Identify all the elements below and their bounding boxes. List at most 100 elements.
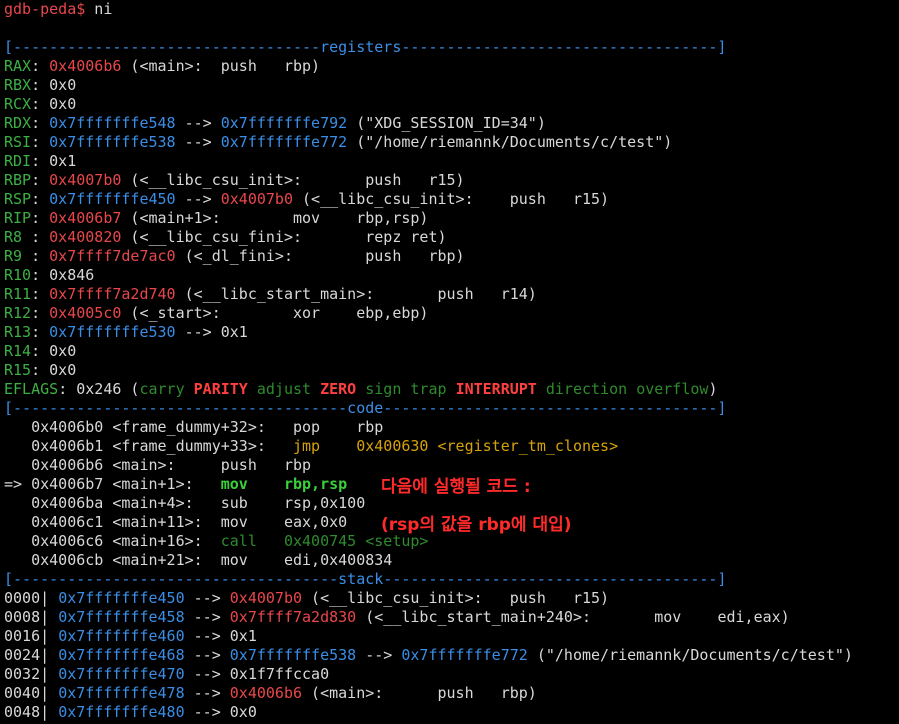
register-detail: (<main>: push rbp) [121, 57, 321, 75]
separator: : [31, 323, 50, 341]
code-symbol: <frame_dummy+33>: [103, 437, 293, 455]
code-opcode: push [220, 456, 257, 474]
register-name: R15 [4, 361, 32, 379]
stack-row: 0024| 0x7fffffffe468 --> 0x7fffffffe538 … [4, 646, 899, 665]
separator: : [31, 152, 50, 170]
code-operands: rbp [320, 418, 384, 436]
stack-header: [------------------------------------sta… [4, 570, 727, 588]
eflags-value: : 0x246 ( [58, 380, 140, 398]
register-name: RSI [4, 133, 32, 151]
code-symbol: <main+1>: [103, 475, 221, 493]
register-name: RBX [4, 76, 32, 94]
register-row: RIP: 0x4006b7 (<main+1>: mov rbp,rsp) [4, 209, 899, 228]
register-name: R9 [4, 247, 32, 265]
stack-value: 0x4006b6 [229, 684, 303, 702]
register-row: RCX: 0x0 [4, 95, 899, 114]
register-row: R8 : 0x400820 (<__libc_csu_fini>: repz r… [4, 228, 899, 247]
flag-zero: ZERO [320, 380, 357, 398]
flag-sign: sign [365, 380, 402, 398]
register-detail: ("XDG_SESSION_ID=34") [347, 114, 546, 132]
code-address: 0x4006cb [31, 551, 104, 569]
arrow: --> [175, 133, 221, 151]
code-symbol: <main+21>: [103, 551, 221, 569]
separator: : [31, 342, 50, 360]
stack-value: 0x7ffff7a2d830 [229, 608, 357, 626]
register-value: 0x0 [49, 76, 77, 94]
separator: : [31, 114, 50, 132]
flag-parity: PARITY [193, 380, 248, 398]
register-row: R10: 0x846 [4, 266, 899, 285]
eflags-close: ) [708, 380, 718, 398]
register-row: R13: 0x7fffffffe530 --> 0x1 [4, 323, 899, 342]
register-value: 0x846 [49, 266, 95, 284]
arrow: --> [184, 608, 230, 626]
separator: : [31, 304, 50, 322]
flag-adjust: adjust [256, 380, 312, 398]
code-symbol: <main>: [103, 456, 221, 474]
register-row: R11: 0x7ffff7a2d740 (<__libc_start_main>… [4, 285, 899, 304]
register-value: 0x7ffff7a2d740 [49, 285, 176, 303]
flag-direction: direction [545, 380, 628, 398]
register-value: 0x4005c0 [49, 304, 122, 322]
code-operands: eax,0x0 [247, 513, 348, 531]
register-row: RBP: 0x4007b0 (<__libc_csu_init>: push r… [4, 171, 899, 190]
register-value: 0x7fffffffe530 [49, 323, 176, 341]
register-name: R11 [4, 285, 32, 303]
stack-value: 0x1 [229, 627, 257, 645]
register-row: RSI: 0x7fffffffe538 --> 0x7fffffffe772 (… [4, 133, 899, 152]
stack-row: 0016| 0x7fffffffe460 --> 0x1 [4, 627, 899, 646]
register-value: 0x0 [49, 361, 77, 379]
register-name: R8 [4, 228, 32, 246]
register-detail: (<__libc_start_main>: push r14) [175, 285, 537, 303]
code-symbol: <main+16>: [103, 532, 221, 550]
register-name: RDI [4, 152, 32, 170]
prompt-line: gdb-peda$ ni [4, 0, 899, 19]
code-operands: rbp [256, 456, 312, 474]
stack-detail: ("/home/riemannk/Documents/c/test") [527, 646, 853, 664]
register-value: 0x7ffff7de7ac0 [49, 247, 176, 265]
stack-address: 0x7fffffffe478 [58, 684, 185, 702]
register-name: RIP [4, 209, 32, 227]
stack-row: 0032| 0x7fffffffe470 --> 0x1f7ffcca0 [4, 665, 899, 684]
code-opcode: jmp [293, 437, 321, 455]
pointed-value: 0x1 [220, 323, 248, 341]
register-name: RCX [4, 95, 32, 113]
separator: : [31, 285, 50, 303]
stack-detail: --> [356, 646, 402, 664]
code-operands: rsp,0x100 [247, 494, 366, 512]
code-address: 0x4006c6 [31, 532, 104, 550]
eflags-name: EFLAGS [4, 380, 59, 398]
stack-address: 0x7fffffffe458 [58, 608, 185, 626]
register-detail: (<_dl_fini>: push rbp) [175, 247, 465, 265]
register-detail: (<_start>: xor ebp,ebp) [121, 304, 429, 322]
register-name: R14 [4, 342, 32, 360]
arrow: --> [175, 190, 221, 208]
code-operands: edi,0x400834 [247, 551, 393, 569]
flag-interrupt: INTERRUPT [455, 380, 537, 398]
register-name: RBP [4, 171, 32, 189]
register-detail: ("/home/riemannk/Documents/c/test") [347, 133, 673, 151]
code-opcode: sub [220, 494, 248, 512]
register-value: 0x0 [49, 342, 77, 360]
code-opcode: mov [220, 513, 248, 531]
code-address: 0x4006b0 [31, 418, 104, 436]
separator: : [31, 171, 50, 189]
current-marker [4, 456, 31, 474]
terminal[interactable]: gdb-peda$ ni [--------------------------… [4, 0, 899, 722]
arrow: --> [184, 646, 230, 664]
register-detail: (<__libc_csu_init>: push r15) [121, 171, 465, 189]
register-row: RDX: 0x7fffffffe548 --> 0x7fffffffe792 (… [4, 114, 899, 133]
stack-value: 0x4007b0 [229, 589, 303, 607]
code-line: 0x4006b1 <frame_dummy+33>: jmp 0x400630 … [4, 437, 899, 456]
separator: : [31, 190, 50, 208]
register-name: RSP [4, 190, 32, 208]
code-operands: 0x400630 <register_tm_clones> [320, 437, 619, 455]
register-name: R12 [4, 304, 32, 322]
separator: : [31, 133, 50, 151]
arrow: --> [184, 627, 230, 645]
register-value: 0x1 [49, 152, 77, 170]
code-address: 0x4006b6 [31, 456, 104, 474]
code-address: 0x4006c1 [31, 513, 104, 531]
